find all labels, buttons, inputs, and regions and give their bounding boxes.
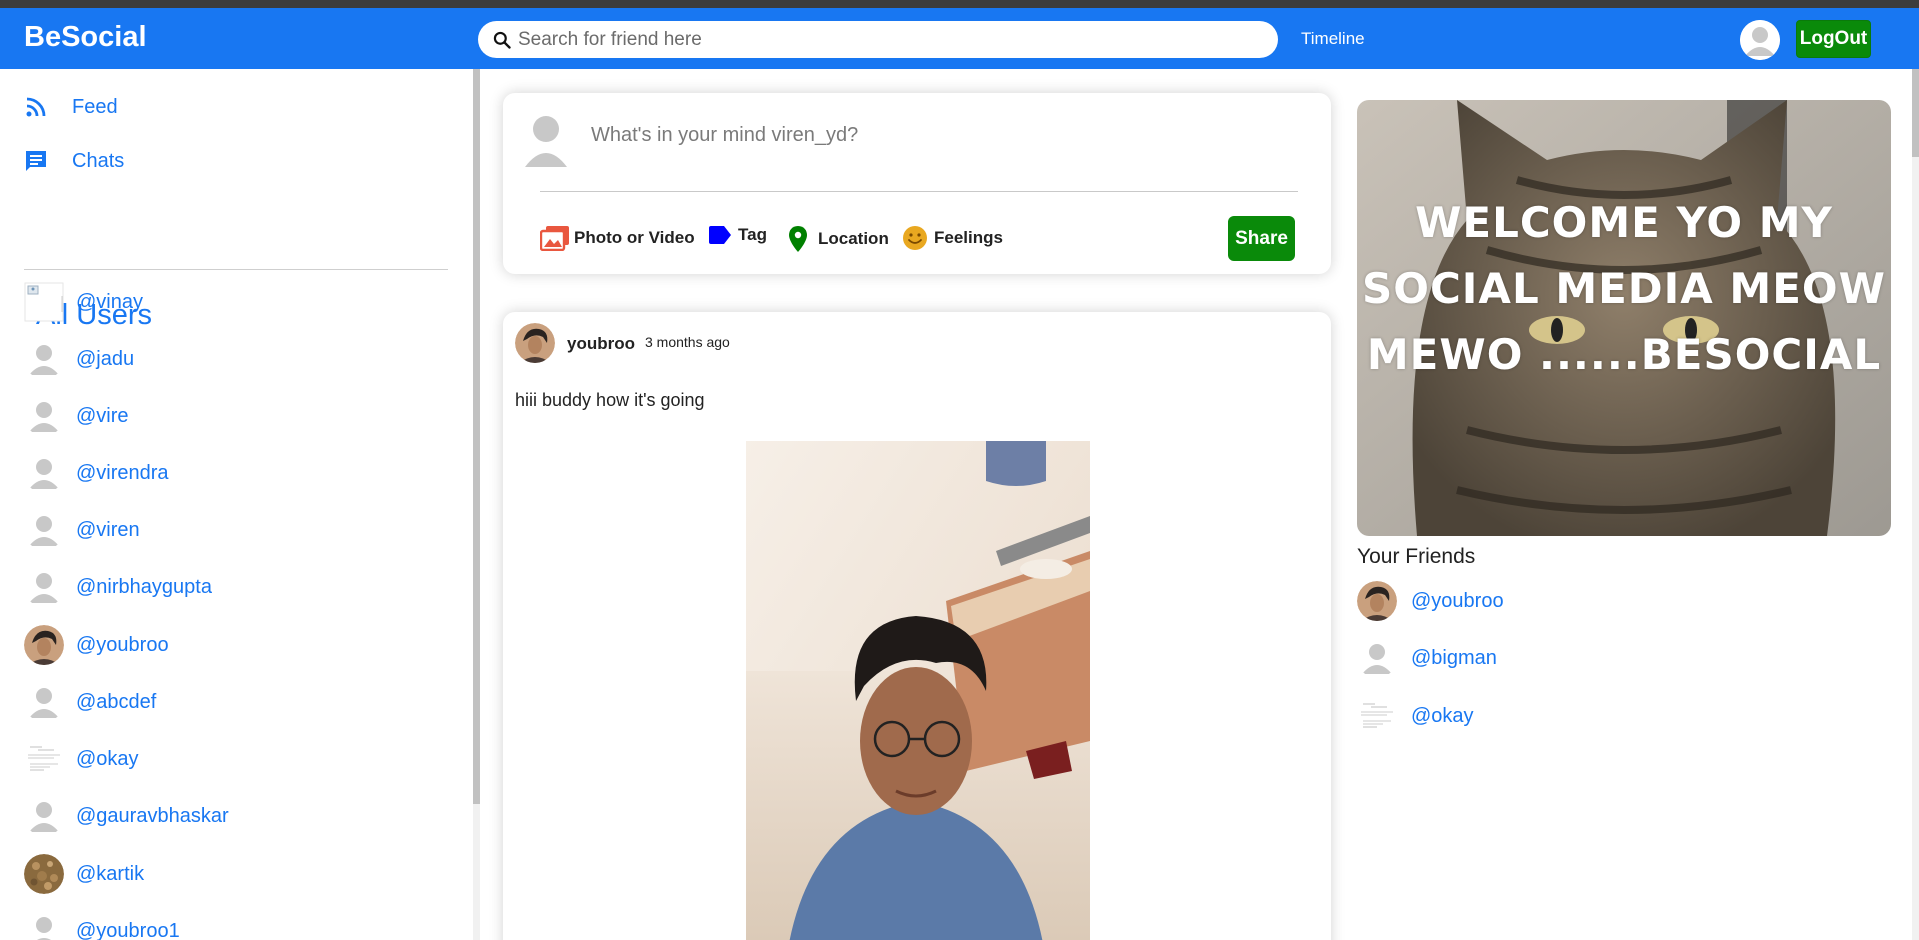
post-username[interactable]: youbroo xyxy=(567,334,635,354)
search-input[interactable] xyxy=(518,21,1258,58)
feelings-option[interactable]: Feelings xyxy=(902,225,1003,251)
post-timestamp: 3 months ago xyxy=(645,334,730,350)
friends-heading: Your Friends xyxy=(1357,545,1476,568)
friend-list-item[interactable]: @okay xyxy=(1357,696,1474,736)
avatar xyxy=(24,625,64,665)
post-image[interactable] xyxy=(746,441,1090,940)
user-name: @vire xyxy=(76,404,129,427)
user-list-item[interactable]: @youbroo xyxy=(24,625,169,665)
page-scrollbar-thumb[interactable] xyxy=(1912,69,1919,157)
avatar xyxy=(24,739,64,779)
avatar xyxy=(1357,696,1397,736)
post-card: youbroo 3 months ago hiii buddy how it's… xyxy=(503,312,1331,940)
avatar xyxy=(24,854,64,894)
avatar xyxy=(24,796,64,836)
friend-name: @youbroo xyxy=(1411,589,1504,612)
sidebar-item-feed[interactable]: Feed xyxy=(24,95,118,119)
welcome-banner[interactable]: WELCOME YO MY SOCIAL MEDIA MEOW MEWO ...… xyxy=(1357,100,1891,536)
user-list-item[interactable]: @vinay xyxy=(24,282,143,322)
avatar xyxy=(24,510,64,550)
location-option[interactable]: Location xyxy=(786,225,889,253)
avatar xyxy=(1357,581,1397,621)
post-text: hiii buddy how it's going xyxy=(515,390,705,410)
friend-name: @bigman xyxy=(1411,646,1497,669)
avatar xyxy=(1357,638,1397,678)
browser-top-strip xyxy=(0,0,1919,8)
top-navbar: BeSocial Timeline LogOut xyxy=(0,8,1919,69)
avatar xyxy=(24,911,64,940)
logout-button[interactable]: LogOut xyxy=(1796,20,1871,58)
share-button[interactable]: Share xyxy=(1228,216,1295,261)
avatar xyxy=(24,453,64,493)
share-divider xyxy=(540,191,1298,192)
location-pin-icon xyxy=(789,226,807,252)
user-list-item[interactable]: @gauravbhaskar xyxy=(24,796,229,836)
user-name: @virendra xyxy=(76,461,169,484)
avatar xyxy=(24,567,64,607)
sidebar-item-chats[interactable]: Chats xyxy=(24,149,124,173)
user-list-item[interactable]: @virendra xyxy=(24,453,169,493)
chat-icon xyxy=(26,151,46,171)
sidebar-divider xyxy=(24,269,448,270)
option-label: Tag xyxy=(738,225,767,244)
user-name: @gauravbhaskar xyxy=(76,804,229,827)
user-name: @youbroo1 xyxy=(76,919,180,940)
friend-name: @okay xyxy=(1411,704,1474,727)
timeline-link[interactable]: Timeline xyxy=(1301,29,1365,49)
sidebar-scrollbar-thumb[interactable] xyxy=(473,69,480,804)
avatar xyxy=(24,682,64,722)
profile-avatar[interactable] xyxy=(1740,20,1780,60)
user-list-item[interactable]: @jadu xyxy=(24,339,134,379)
user-name: @youbroo xyxy=(76,633,169,656)
user-name: @vinay xyxy=(76,290,143,313)
avatar xyxy=(24,282,64,322)
sidebar-item-label: Feed xyxy=(72,95,118,118)
option-label: Photo or Video xyxy=(574,228,695,247)
option-label: Feelings xyxy=(934,228,1003,247)
emoji-icon xyxy=(903,226,927,250)
photo-or-video-option[interactable]: Photo or Video xyxy=(540,225,695,251)
user-list-item[interactable]: @viren xyxy=(24,510,140,550)
sidebar-item-label: Chats xyxy=(72,149,125,172)
label-icon xyxy=(709,226,731,244)
avatar xyxy=(521,113,571,167)
page-scrollbar-track[interactable] xyxy=(1912,69,1919,940)
user-name: @viren xyxy=(76,518,140,541)
user-name: @jadu xyxy=(76,347,135,370)
avatar[interactable] xyxy=(515,323,555,363)
search-bar[interactable] xyxy=(478,21,1278,58)
left-sidebar: Feed Chats All Users @vinay @jadu @vire … xyxy=(0,69,473,940)
user-name: @nirbhaygupta xyxy=(76,575,212,598)
user-list-item[interactable]: @nirbhaygupta xyxy=(24,567,212,607)
option-label: Location xyxy=(818,229,889,248)
welcome-text: WELCOME YO MY SOCIAL MEDIA MEOW MEWO ...… xyxy=(1362,198,1886,379)
share-card: Photo or Video Tag Location Feelings Sha… xyxy=(503,93,1331,274)
user-list-item[interactable]: @kartik xyxy=(24,854,144,894)
user-name: @kartik xyxy=(76,862,145,885)
user-list-item[interactable]: @vire xyxy=(24,396,129,436)
friend-list-item[interactable]: @bigman xyxy=(1357,638,1497,678)
app-logo[interactable]: BeSocial xyxy=(24,21,147,54)
user-name: @abcdef xyxy=(76,690,157,713)
rss-feed-icon xyxy=(26,97,46,117)
user-name: @okay xyxy=(76,747,139,770)
avatar xyxy=(24,396,64,436)
friend-list-item[interactable]: @youbroo xyxy=(1357,581,1504,621)
avatar xyxy=(24,339,64,379)
photo-library-icon xyxy=(540,226,569,251)
tag-option[interactable]: Tag xyxy=(708,225,767,245)
search-icon xyxy=(493,31,511,49)
user-list-item[interactable]: @youbroo1 xyxy=(24,911,180,940)
user-list-item[interactable]: @abcdef xyxy=(24,682,156,722)
user-list-item[interactable]: @okay xyxy=(24,739,139,779)
post-text-input[interactable] xyxy=(591,119,1291,151)
